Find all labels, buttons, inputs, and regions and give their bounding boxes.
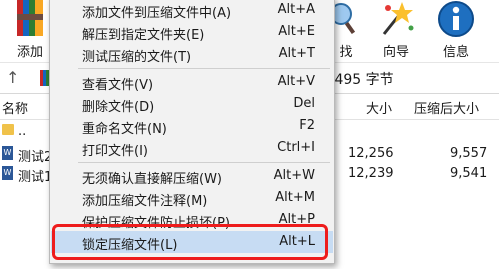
up-arrow-icon[interactable]: ↑ xyxy=(6,68,19,87)
menu-item-extract-without-confirm[interactable]: 无须确认直接解压缩(W) Alt+W xyxy=(51,165,333,187)
word-doc-icon: W xyxy=(2,166,13,180)
find-label: 找 xyxy=(339,45,353,60)
menu-item-label: 查看文件(V) xyxy=(82,78,154,93)
winrar-add-icon xyxy=(17,0,43,36)
menu-separator xyxy=(78,162,330,163)
add-label: 添加 xyxy=(16,45,43,60)
highlight-callout xyxy=(52,224,328,260)
menu-item-add-to-archive[interactable]: 添加文件到压缩文件中(A) Alt+A xyxy=(51,0,333,21)
menu-item-shortcut: Alt+E xyxy=(278,24,315,39)
folder-icon xyxy=(2,124,14,135)
menu-item-shortcut: Alt+W xyxy=(273,168,315,183)
menu-item-delete-file[interactable]: 删除文件(D) Del xyxy=(51,93,333,115)
column-name[interactable]: 名称 xyxy=(2,98,28,117)
menu-item-label: 删除文件(D) xyxy=(82,100,155,115)
info-button[interactable]: 信息 xyxy=(432,0,480,60)
menu-item-label: 测试压缩的文件(T) xyxy=(82,50,192,65)
menu-item-rename-file[interactable]: 重命名文件(N) F2 xyxy=(51,115,333,137)
menu-item-shortcut: Ctrl+I xyxy=(277,140,315,155)
menu-item-shortcut: Alt+M xyxy=(275,190,315,205)
menu-item-shortcut: Alt+T xyxy=(278,46,315,61)
menu-item-view-file[interactable]: 查看文件(V) Alt+V xyxy=(51,71,333,93)
add-button[interactable]: 添加 xyxy=(6,0,54,60)
file-name: .. xyxy=(18,124,27,139)
menu-item-shortcut: Alt+A xyxy=(277,2,315,17)
menu-item-label: 无须确认直接解压缩(W) xyxy=(82,172,222,187)
info-icon xyxy=(438,1,474,37)
info-label: 信息 xyxy=(442,45,469,60)
menu-item-print-file[interactable]: 打印文件(I) Ctrl+I xyxy=(51,137,333,159)
menu-item-extract-to[interactable]: 解压到指定文件夹(E) Alt+E xyxy=(51,21,333,43)
menu-separator xyxy=(78,68,330,69)
word-doc-icon: W xyxy=(2,146,13,160)
file-packed-size: 9,541 xyxy=(450,166,488,181)
archive-size-text: ,495 字节 xyxy=(330,72,394,88)
menu-item-add-comment[interactable]: 添加压缩文件注释(M) Alt+M xyxy=(51,187,333,209)
menu-item-label: 添加文件到压缩文件中(A) xyxy=(82,6,232,21)
column-size[interactable]: 大小 xyxy=(366,98,392,117)
file-name: 测试1 xyxy=(18,170,53,185)
menu-item-label: 重命名文件(N) xyxy=(82,122,167,137)
menu-item-test-archive[interactable]: 测试压缩的文件(T) Alt+T xyxy=(51,43,333,65)
file-size: 12,239 xyxy=(348,166,394,181)
menu-item-label: 打印文件(I) xyxy=(82,144,148,159)
search-icon xyxy=(331,3,356,35)
menu-item-shortcut: Del xyxy=(293,96,315,111)
file-size: 12,256 xyxy=(348,146,394,161)
menu-item-label: 解压到指定文件夹(E) xyxy=(82,28,205,43)
column-packed[interactable]: 压缩后大小 xyxy=(414,98,479,117)
menu-item-label: 添加压缩文件注释(M) xyxy=(82,194,208,209)
menu-item-shortcut: Alt+V xyxy=(277,74,315,89)
file-packed-size: 9,557 xyxy=(450,146,488,161)
wizard-label: 向导 xyxy=(382,45,409,60)
wizard-icon xyxy=(382,2,414,35)
menu-item-shortcut: F2 xyxy=(299,118,315,133)
wizard-button[interactable]: 向导 xyxy=(372,0,420,60)
